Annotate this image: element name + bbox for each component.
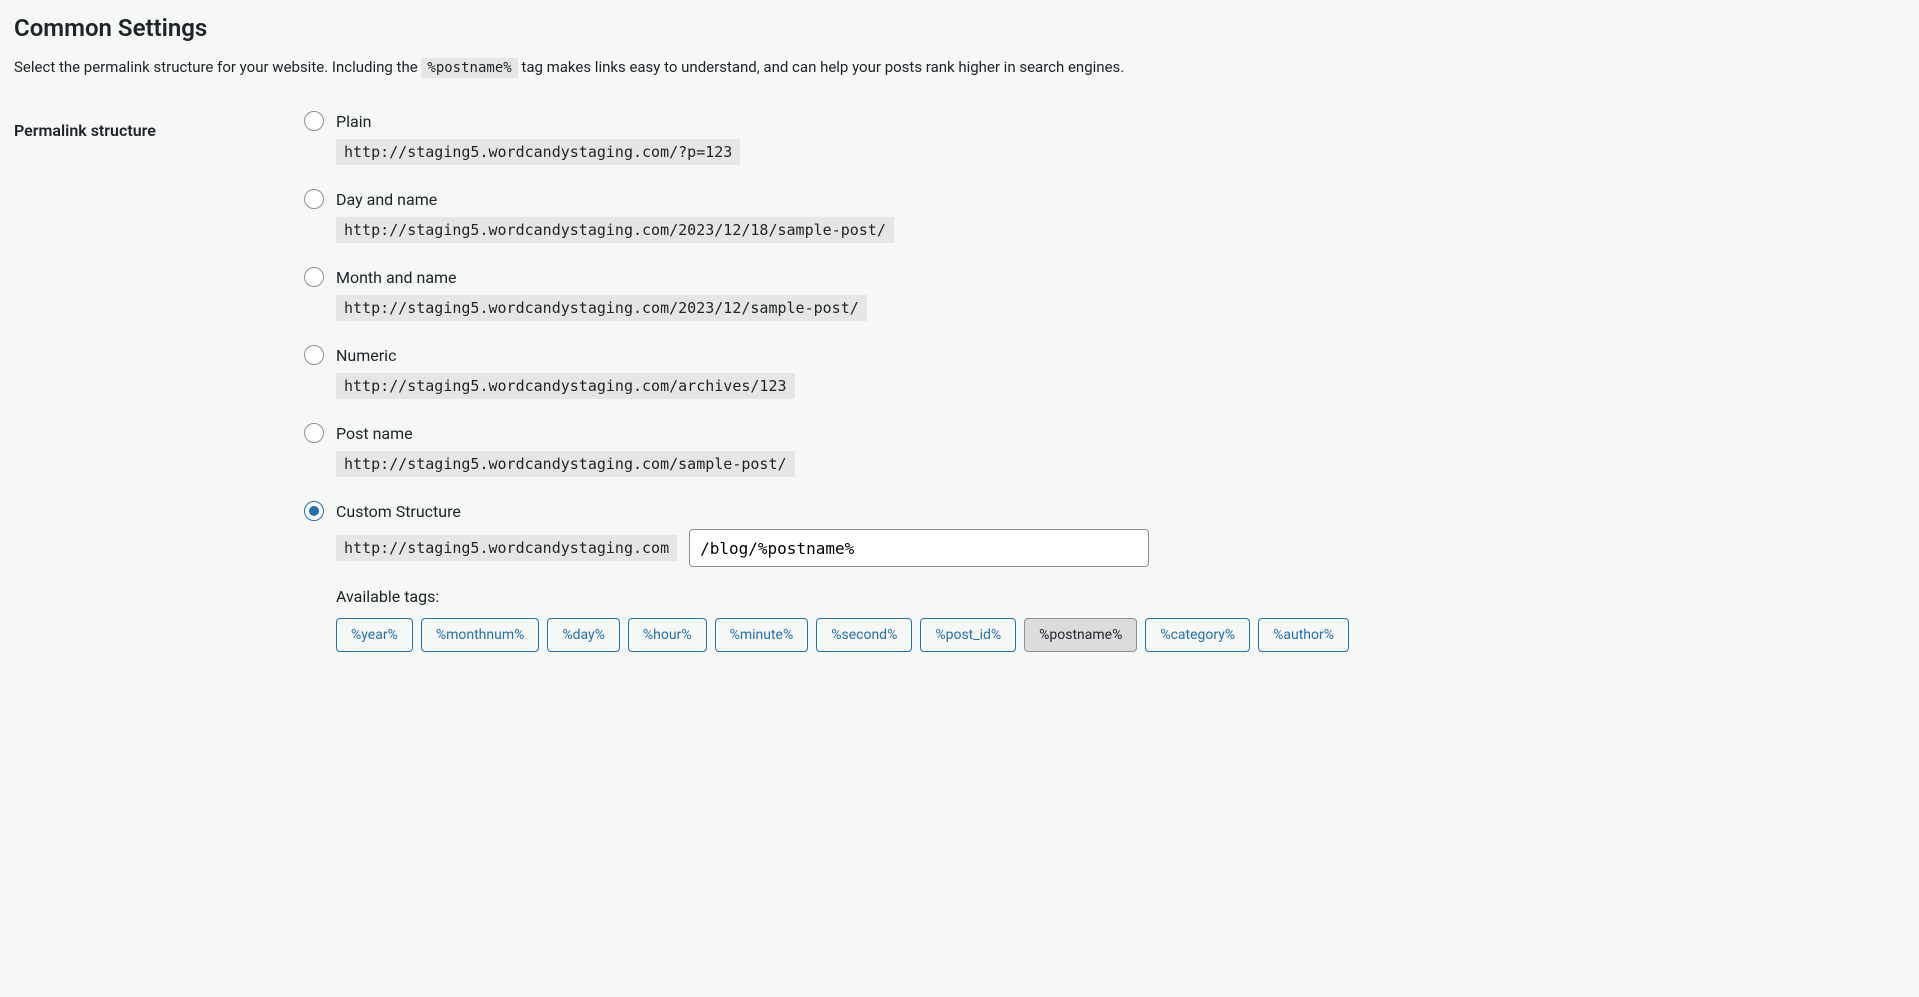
- radio-numeric[interactable]: [304, 345, 324, 365]
- option-custom: Custom Structure http://staging5.wordcan…: [304, 501, 1905, 652]
- tags-container: %year% %monthnum% %day% %hour% %minute% …: [336, 618, 1466, 652]
- radio-plain[interactable]: [304, 111, 324, 131]
- option-plain: Plain http://staging5.wordcandystaging.c…: [304, 111, 1905, 165]
- tag-minute[interactable]: %minute%: [715, 618, 809, 652]
- option-month-name: Month and name http://staging5.wordcandy…: [304, 267, 1905, 321]
- label-day-name[interactable]: Day and name: [336, 190, 437, 209]
- tag-day[interactable]: %day%: [547, 618, 620, 652]
- radio-month-name[interactable]: [304, 267, 324, 287]
- tag-second[interactable]: %second%: [816, 618, 912, 652]
- option-day-name: Day and name http://staging5.wordcandyst…: [304, 189, 1905, 243]
- label-custom[interactable]: Custom Structure: [336, 502, 461, 521]
- radio-post-name[interactable]: [304, 423, 324, 443]
- url-post-name: http://staging5.wordcandystaging.com/sam…: [336, 451, 795, 477]
- option-numeric: Numeric http://staging5.wordcandystaging…: [304, 345, 1905, 399]
- url-custom-base: http://staging5.wordcandystaging.com: [336, 535, 677, 561]
- label-numeric[interactable]: Numeric: [336, 346, 396, 365]
- url-numeric: http://staging5.wordcandystaging.com/arc…: [336, 373, 795, 399]
- tag-year[interactable]: %year%: [336, 618, 413, 652]
- available-tags-label: Available tags:: [336, 587, 1905, 606]
- permalink-structure-label: Permalink structure: [14, 111, 304, 676]
- url-month-name: http://staging5.wordcandystaging.com/202…: [336, 295, 867, 321]
- tag-post-id[interactable]: %post_id%: [920, 618, 1016, 652]
- description-text-after: tag makes links easy to understand, and …: [518, 58, 1125, 76]
- description-text-before: Select the permalink structure for your …: [14, 58, 421, 76]
- radio-day-name[interactable]: [304, 189, 324, 209]
- label-month-name[interactable]: Month and name: [336, 268, 457, 287]
- tag-monthnum[interactable]: %monthnum%: [421, 618, 540, 652]
- tag-postname[interactable]: %postname%: [1024, 618, 1137, 652]
- custom-structure-input[interactable]: [689, 529, 1149, 567]
- section-heading: Common Settings: [14, 14, 1905, 42]
- label-plain[interactable]: Plain: [336, 112, 371, 131]
- url-plain: http://staging5.wordcandystaging.com/?p=…: [336, 139, 740, 165]
- tag-hour[interactable]: %hour%: [628, 618, 707, 652]
- radio-custom[interactable]: [304, 501, 324, 521]
- description-code: %postname%: [421, 58, 517, 78]
- label-post-name[interactable]: Post name: [336, 424, 413, 443]
- section-description: Select the permalink structure for your …: [14, 56, 1905, 79]
- tag-category[interactable]: %category%: [1145, 618, 1250, 652]
- option-post-name: Post name http://staging5.wordcandystagi…: [304, 423, 1905, 477]
- tag-author[interactable]: %author%: [1258, 618, 1349, 652]
- url-day-name: http://staging5.wordcandystaging.com/202…: [336, 217, 894, 243]
